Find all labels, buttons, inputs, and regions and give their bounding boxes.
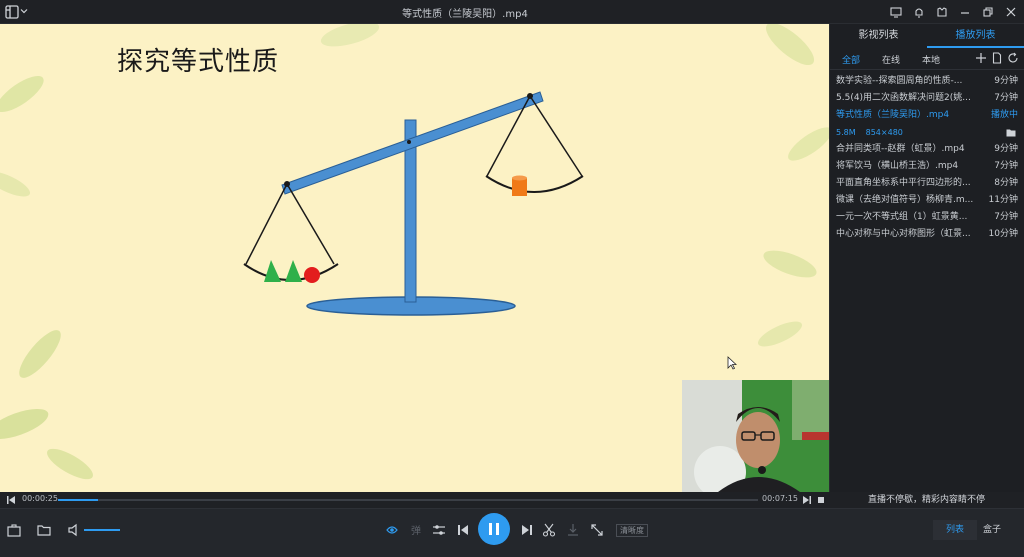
now-playing-meta: 5.8M 854×480 xyxy=(830,124,1024,141)
equalizer-icon[interactable] xyxy=(431,522,447,538)
promo-slogan: 直播不停歇，精彩内容睛不停 xyxy=(867,495,985,505)
folder-icon[interactable] xyxy=(1006,128,1016,137)
title-bar: 等式性质（兰陵吴阳）.mp4 xyxy=(0,0,1024,24)
total-time: 00:07:15 xyxy=(762,494,798,503)
minimize-icon[interactable] xyxy=(958,4,972,18)
volume-icon[interactable] xyxy=(66,522,82,538)
seek-bar[interactable] xyxy=(58,499,758,501)
tab-playlist[interactable]: 播放列表 xyxy=(927,24,1024,48)
download-icon[interactable] xyxy=(565,522,581,538)
control-bar: 弹 清晰度 列表 盒子 xyxy=(0,508,1024,557)
pause-icon xyxy=(489,523,492,535)
eye-protection-icon[interactable] xyxy=(384,522,400,538)
playlist-item[interactable]: 平面直角坐标系中平行四边形的... 8分钟 xyxy=(830,175,1024,192)
playlist-item[interactable]: 一元一次不等式组（1）虹景黄... 7分钟 xyxy=(830,209,1024,226)
playlist-filters: 全部 在线 本地 xyxy=(830,48,1024,70)
app-menu-icon[interactable] xyxy=(5,5,19,19)
danmaku-icon[interactable]: 弹 xyxy=(408,522,424,538)
scissors-icon[interactable] xyxy=(541,522,557,538)
close-icon[interactable] xyxy=(1004,4,1018,18)
next-icon[interactable] xyxy=(519,522,535,538)
pause-icon-bar xyxy=(496,523,499,535)
toolbox-icon[interactable] xyxy=(6,522,22,538)
volume-slider[interactable] xyxy=(84,529,120,531)
skin-icon[interactable] xyxy=(935,4,949,18)
playlist-sidebar: 影视列表 播放列表 全部 在线 本地 数学实验--探索圆周角的性质-... 9分钟… xyxy=(829,24,1024,492)
playlist-item[interactable]: 5.5(4)用二次函数解决问题2(姚... 7分钟 xyxy=(830,90,1024,107)
open-folder-icon[interactable] xyxy=(36,522,52,538)
resolution: 854×480 xyxy=(865,128,903,137)
green-triangle-1 xyxy=(264,260,281,282)
sidebar-tabs: 影视列表 播放列表 xyxy=(830,24,1024,48)
current-time: 00:00:25 xyxy=(22,494,58,503)
window-title: 等式性质（兰陵吴阳）.mp4 xyxy=(402,9,528,20)
previous-icon[interactable] xyxy=(455,522,471,538)
chevron-down-icon[interactable] xyxy=(20,7,28,15)
playlist-item-now-playing[interactable]: 等式性质（兰陵吴阳）.mp4 播放中 xyxy=(830,107,1024,124)
svg-text:弹: 弹 xyxy=(411,524,421,537)
now-playing-badge: 播放中 xyxy=(990,110,1018,120)
mouse-cursor-icon xyxy=(727,356,737,370)
filter-local[interactable]: 本地 xyxy=(922,53,940,66)
playlist-item[interactable]: 将军饮马（横山桥王浩）.mp4 7分钟 xyxy=(830,158,1024,175)
box-toggle-button[interactable]: 盒子 xyxy=(970,520,1014,540)
file-icon[interactable] xyxy=(991,52,1003,64)
slide-title: 探究等式性质 xyxy=(117,47,280,77)
playlist-item[interactable]: 合并同类项--赵群（虹景）.mp4 9分钟 xyxy=(830,141,1024,158)
bell-icon[interactable] xyxy=(912,4,926,18)
playlist: 数学实验--探索圆周角的性质-... 9分钟 5.5(4)用二次函数解决问题2(姚… xyxy=(830,73,1024,243)
webcam-overlay xyxy=(682,380,829,492)
fast-forward-icon[interactable] xyxy=(802,495,812,505)
seek-bar-fill xyxy=(58,499,98,501)
video-area[interactable]: 探究等式性质 xyxy=(0,24,829,492)
playlist-item[interactable]: 数学实验--探索圆周角的性质-... 9分钟 xyxy=(830,73,1024,90)
screen-icon[interactable] xyxy=(889,4,903,18)
green-triangle-2 xyxy=(285,260,302,282)
playlist-item[interactable]: 中心对称与中心对称图形（虹景... 10分钟 xyxy=(830,226,1024,243)
red-ball xyxy=(304,267,320,283)
pause-button[interactable] xyxy=(478,513,510,545)
file-size: 5.8M xyxy=(836,128,856,137)
stop-icon[interactable] xyxy=(816,495,826,505)
rewind-icon[interactable] xyxy=(6,495,16,505)
presenter-video xyxy=(682,380,829,492)
refresh-icon[interactable] xyxy=(1007,52,1019,64)
tab-video-library[interactable]: 影视列表 xyxy=(830,24,927,48)
window-controls xyxy=(889,4,1018,18)
filter-online[interactable]: 在线 xyxy=(882,53,900,66)
add-icon[interactable] xyxy=(975,52,987,64)
orange-cylinder xyxy=(512,178,527,196)
quality-button[interactable]: 清晰度 xyxy=(616,524,648,537)
filter-all[interactable]: 全部 xyxy=(842,53,860,66)
restore-icon[interactable] xyxy=(981,4,995,18)
playlist-item[interactable]: 微课（去绝对值符号）杨柳青.m... 11分钟 xyxy=(830,192,1024,209)
fullscreen-icon[interactable] xyxy=(589,522,605,538)
